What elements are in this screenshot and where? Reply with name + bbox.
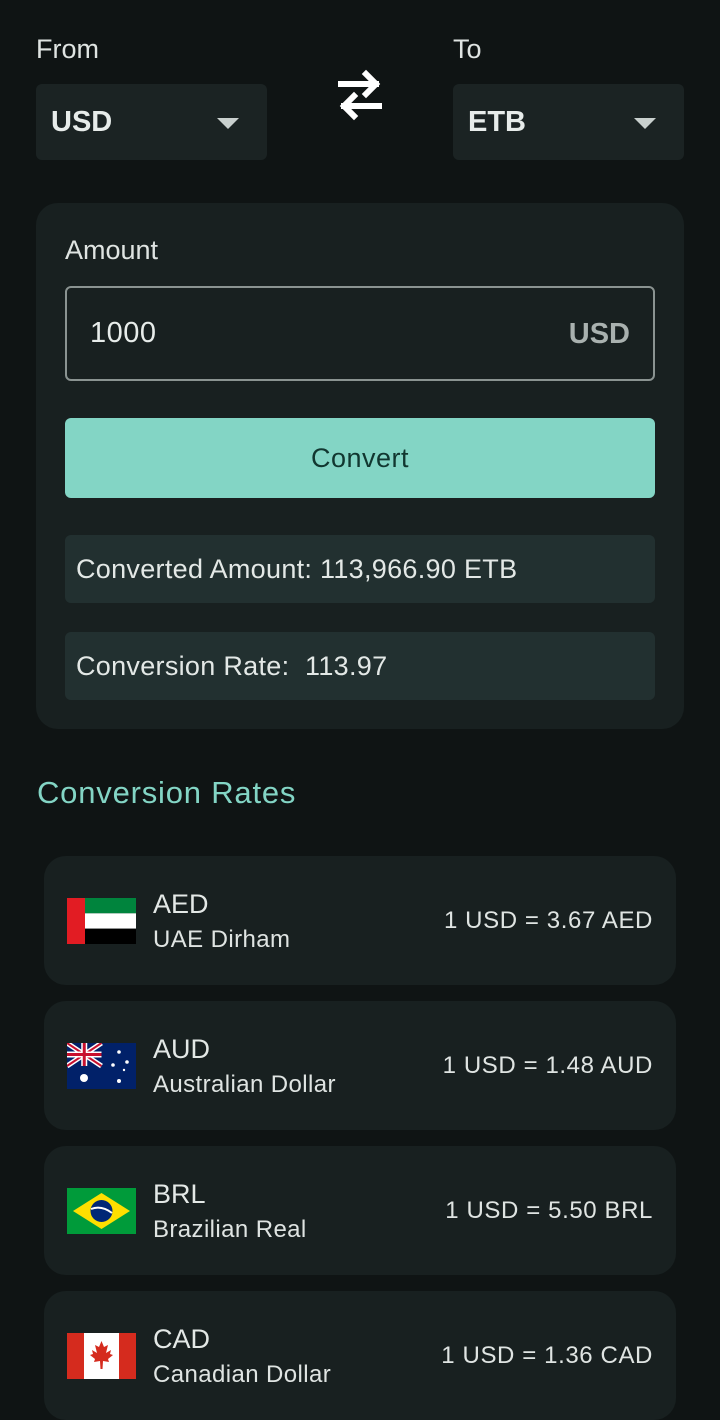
exchange-rate: 1 USD = 1.48 AUD <box>442 1052 653 1079</box>
currency-name: Brazilian Real <box>153 1216 307 1243</box>
currency-name: UAE Dirham <box>153 926 291 953</box>
currency-code: AED <box>153 889 209 919</box>
rate-item-aud[interactable]: AUD Australian Dollar 1 USD = 1.48 AUD <box>44 1001 676 1130</box>
brazil-flag-icon <box>67 1188 136 1234</box>
exchange-rate: 1 USD = 5.50 BRL <box>445 1197 653 1224</box>
to-currency-dropdown[interactable]: ETB <box>453 84 684 160</box>
converted-amount-display: Converted Amount: 113,966.90 ETB <box>65 535 655 603</box>
currency-code: CAD <box>153 1324 211 1354</box>
rate-item-brl[interactable]: BRL Brazilian Real 1 USD = 5.50 BRL <box>44 1146 676 1275</box>
rate-item-cad[interactable]: CAD Canadian Dollar 1 USD = 1.36 CAD <box>44 1291 676 1420</box>
from-label: From <box>36 34 99 64</box>
currency-code: AUD <box>153 1034 211 1064</box>
convert-button[interactable]: Convert <box>65 418 655 498</box>
currency-code: BRL <box>153 1179 206 1209</box>
currency-name: Australian Dollar <box>153 1071 336 1098</box>
dropdown-arrow-icon <box>634 118 656 129</box>
currency-name: Canadian Dollar <box>153 1361 332 1388</box>
to-label: To <box>453 34 482 64</box>
conversion-rates-heading: Conversion Rates <box>37 775 297 810</box>
amount-input[interactable] <box>90 288 530 379</box>
swap-currencies-button[interactable] <box>330 68 390 124</box>
amount-currency-suffix: USD <box>568 318 630 350</box>
conversion-rate-display: Conversion Rate: 113.97 <box>65 632 655 700</box>
amount-field[interactable]: USD <box>65 286 655 381</box>
amount-label: Amount <box>65 235 159 265</box>
dropdown-arrow-icon <box>217 118 239 129</box>
exchange-rate: 1 USD = 3.67 AED <box>443 907 653 934</box>
uae-flag-icon <box>67 898 136 944</box>
to-currency-value: ETB <box>468 105 526 138</box>
converter-card: Amount USD Convert Converted Amount: 113… <box>36 203 684 729</box>
australia-flag-icon <box>67 1043 136 1089</box>
rate-item-aed[interactable]: AED UAE Dirham 1 USD = 3.67 AED <box>44 856 676 985</box>
from-currency-dropdown[interactable]: USD <box>36 84 267 160</box>
canada-flag-icon <box>67 1333 136 1379</box>
from-currency-value: USD <box>51 105 113 138</box>
swap-horizontal-icon <box>338 69 382 121</box>
currency-selector-row: From USD To ETB <box>36 30 684 170</box>
